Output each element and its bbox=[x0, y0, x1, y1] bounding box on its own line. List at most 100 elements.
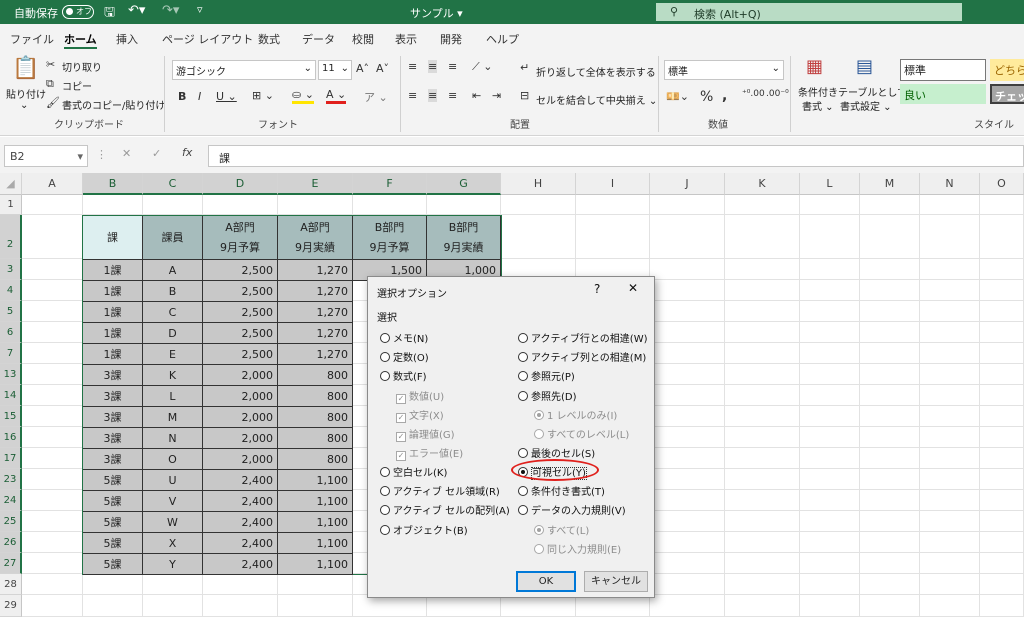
row-header[interactable]: 1 bbox=[0, 195, 22, 215]
table-cell[interactable]: 2,400 bbox=[203, 470, 278, 491]
customize-qat-icon[interactable]: ▿ bbox=[197, 3, 203, 16]
option-constants[interactable]: 定数(O) bbox=[380, 349, 429, 364]
table-cell[interactable]: 2,500 bbox=[203, 302, 278, 323]
option-precedents[interactable]: 参照元(P) bbox=[518, 368, 575, 383]
option-blanks[interactable]: 空白セル(K) bbox=[380, 464, 447, 479]
table-cell[interactable]: 3課 bbox=[83, 407, 143, 428]
table-cell[interactable]: 2,500 bbox=[203, 344, 278, 365]
option-current-array[interactable]: アクティブ セルの配列(A) bbox=[380, 502, 510, 517]
row-header[interactable]: 27 bbox=[0, 553, 22, 574]
copy-icon[interactable]: ⧉ bbox=[46, 77, 54, 91]
row-header[interactable]: 24 bbox=[0, 490, 22, 511]
tab-data[interactable]: データ bbox=[302, 31, 335, 47]
style-good[interactable]: 良い bbox=[900, 84, 986, 104]
option-objects[interactable]: オブジェクト(B) bbox=[380, 522, 468, 537]
table-header-cell[interactable]: A部門 9月実績 bbox=[278, 216, 353, 260]
row-header[interactable]: 7 bbox=[0, 343, 22, 364]
row-header[interactable]: 2 bbox=[0, 215, 22, 259]
increase-decimal-icon[interactable]: ⁺⁰.00 bbox=[742, 89, 765, 99]
row-header[interactable]: 4 bbox=[0, 280, 22, 301]
table-cell[interactable]: 5課 bbox=[83, 533, 143, 554]
underline-icon[interactable]: U ⌄ bbox=[216, 90, 237, 103]
cut-icon[interactable]: ✂ bbox=[46, 58, 55, 71]
italic-icon[interactable]: I bbox=[198, 90, 201, 103]
tab-home[interactable]: ホーム bbox=[64, 31, 97, 49]
column-header[interactable]: J bbox=[650, 173, 725, 195]
tab-insert[interactable]: 挿入 bbox=[116, 31, 138, 47]
align-right-icon[interactable]: ≡ bbox=[448, 89, 457, 102]
table-cell[interactable]: V bbox=[143, 491, 203, 512]
table-cell[interactable]: 2,500 bbox=[203, 281, 278, 302]
format-as-table-button[interactable]: テーブルとして bbox=[838, 84, 907, 99]
table-cell[interactable]: 2,400 bbox=[203, 512, 278, 533]
table-cell[interactable]: O bbox=[143, 449, 203, 470]
table-cell[interactable]: 5課 bbox=[83, 512, 143, 533]
column-header[interactable]: K bbox=[725, 173, 800, 195]
tab-review[interactable]: 校閲 bbox=[352, 31, 374, 47]
fill-color-icon[interactable]: ⛀ ⌄ bbox=[292, 88, 314, 104]
column-header[interactable]: E bbox=[278, 173, 353, 195]
table-header-cell[interactable]: 課員 bbox=[143, 216, 203, 260]
align-bottom-icon[interactable]: ≡ bbox=[448, 60, 457, 73]
tab-help[interactable]: ヘルプ bbox=[486, 31, 519, 47]
decrease-font-icon[interactable]: A˅ bbox=[376, 62, 389, 75]
column-header[interactable]: G bbox=[427, 173, 501, 195]
paste-button[interactable]: 貼り付け bbox=[6, 86, 46, 101]
format-painter-button[interactable]: 書式のコピー/貼り付け bbox=[62, 97, 165, 112]
search-box[interactable]: ⚲ 検索 (Alt+Q) bbox=[656, 3, 962, 21]
row-header[interactable]: 13 bbox=[0, 364, 22, 385]
row-header[interactable]: 16 bbox=[0, 427, 22, 448]
table-header-cell[interactable]: B部門 9月予算 bbox=[353, 216, 427, 260]
style-check[interactable]: チェッ bbox=[990, 84, 1024, 104]
wrap-text-button[interactable]: 折り返して全体を表示する bbox=[536, 64, 656, 79]
table-cell[interactable]: 2,400 bbox=[203, 491, 278, 512]
copy-button[interactable]: コピー bbox=[62, 78, 92, 93]
option-comments[interactable]: メモ(N) bbox=[380, 330, 428, 345]
table-cell[interactable]: 800 bbox=[278, 449, 353, 470]
table-cell[interactable]: N bbox=[143, 428, 203, 449]
table-cell[interactable]: 3課 bbox=[83, 428, 143, 449]
table-cell[interactable]: 1,270 bbox=[278, 260, 353, 281]
table-cell[interactable]: 3課 bbox=[83, 449, 143, 470]
increase-font-icon[interactable]: A˄ bbox=[356, 62, 369, 75]
table-cell[interactable]: U bbox=[143, 470, 203, 491]
table-header-cell[interactable]: B部門 9月実績 bbox=[427, 216, 501, 260]
column-header[interactable]: I bbox=[576, 173, 650, 195]
tab-page-layout[interactable]: ページ レイアウト bbox=[162, 31, 253, 47]
conditional-format-icon[interactable]: ▦ bbox=[806, 56, 823, 77]
table-cell[interactable]: 1,270 bbox=[278, 323, 353, 344]
ok-button[interactable]: OK bbox=[516, 571, 576, 592]
bold-icon[interactable]: B bbox=[178, 90, 186, 103]
table-cell[interactable]: 1,100 bbox=[278, 512, 353, 533]
table-cell[interactable]: 2,000 bbox=[203, 386, 278, 407]
table-cell[interactable]: L bbox=[143, 386, 203, 407]
insert-function-icon[interactable]: fx bbox=[182, 146, 192, 159]
column-header[interactable]: O bbox=[980, 173, 1024, 195]
table-cell[interactable]: 1,100 bbox=[278, 533, 353, 554]
border-icon[interactable]: ⊞ ⌄ bbox=[252, 89, 274, 102]
decrease-decimal-icon[interactable]: .00⁻⁰ bbox=[766, 89, 789, 99]
row-header[interactable]: 15 bbox=[0, 406, 22, 427]
comma-style-icon[interactable]: , bbox=[722, 88, 727, 104]
row-header[interactable]: 17 bbox=[0, 448, 22, 469]
accounting-format-icon[interactable]: 💴⌄ bbox=[666, 90, 689, 103]
table-cell[interactable]: 800 bbox=[278, 386, 353, 407]
select-all-corner[interactable]: ◢ bbox=[0, 173, 22, 195]
table-cell[interactable]: 1,100 bbox=[278, 491, 353, 512]
column-header[interactable]: N bbox=[920, 173, 980, 195]
table-cell[interactable]: 1,270 bbox=[278, 281, 353, 302]
table-cell[interactable]: 2,500 bbox=[203, 260, 278, 281]
font-color-icon[interactable]: A ⌄ bbox=[326, 88, 347, 104]
row-header[interactable]: 29 bbox=[0, 595, 22, 617]
table-cell[interactable]: 800 bbox=[278, 407, 353, 428]
format-painter-icon[interactable]: 🖌 bbox=[46, 96, 60, 109]
table-cell[interactable]: 2,400 bbox=[203, 554, 278, 575]
table-cell[interactable]: 1,270 bbox=[278, 344, 353, 365]
conditional-format-button[interactable]: 条件付き bbox=[798, 84, 838, 99]
tab-file[interactable]: ファイル bbox=[10, 31, 54, 47]
merge-icon[interactable]: ⊟ bbox=[520, 89, 529, 102]
table-cell[interactable]: A bbox=[143, 260, 203, 281]
row-header[interactable]: 25 bbox=[0, 511, 22, 532]
table-cell[interactable]: 3課 bbox=[83, 386, 143, 407]
table-cell[interactable]: 2,000 bbox=[203, 449, 278, 470]
